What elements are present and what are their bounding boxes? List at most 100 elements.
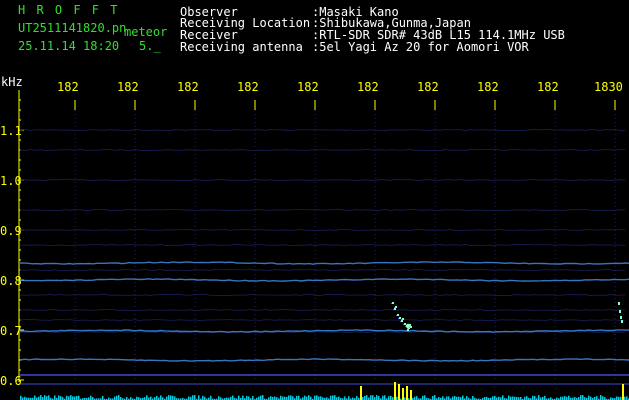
meteor-echo-point [394,307,395,308]
spectrum-bar [462,395,464,400]
meteor-echo-point [619,310,621,313]
spectrum-bar [452,396,454,400]
logo-text: H R O F F T [18,3,120,17]
info-key-antenna: Receiving antenna [180,40,303,54]
noise-trace [20,208,626,212]
spectrum-bar [238,395,240,400]
noise-trace [19,318,626,322]
spectrum-bar [66,395,68,400]
meteor-echo-point [407,329,409,331]
spectrum-bar [198,395,200,400]
noise-trace [19,308,626,312]
spectrum-bar [118,395,120,400]
spectrum-bar [582,395,584,400]
spectrum-bar [532,395,534,400]
spectrum-bar [316,395,318,400]
spectrum-bar [102,396,104,400]
spectrum-bar [432,396,434,400]
spectrum-bar [600,395,602,400]
spectrum-bar [260,395,262,400]
spectrum-bar [434,395,436,400]
meteor-echo-point [397,314,399,316]
spectrum-bar [290,395,292,400]
spectrum-bar [372,395,374,400]
meteor-echo-point [410,326,412,328]
spectrum-bar [472,395,474,400]
spectrum-bar [70,395,72,400]
meteor-echo-point [620,316,622,319]
spectrum-bar [348,396,350,400]
spectrum-bar [626,396,628,400]
datetime: 25.11.14 18:20 [18,39,120,53]
carrier-trace [19,278,629,282]
spectrum-bar [202,395,204,400]
spectrum-strip [20,382,629,400]
spectrum-bar [364,396,366,400]
spectrum-bar [116,395,118,400]
spectrum-bar [304,395,306,400]
spectrum-bar [274,396,276,400]
info-value-antenna: :5el Yagi Az 20 for Aomori VOR [312,40,529,54]
meteor-echo-point [403,324,404,325]
spectrum-spike [410,390,412,400]
noise-trace [19,178,626,182]
noise-trace [19,243,626,247]
spectrum-bar [616,396,618,400]
spectrum-bar [458,396,460,400]
spectrum-bar [366,395,368,400]
spectrum-bar [442,396,444,400]
spectrum-bar [258,396,260,400]
spectrum-bar [376,395,378,400]
meteor-echo-head [405,323,411,329]
spectrum-bar [262,395,264,400]
spectrum-bar [160,395,162,400]
spectrum-bar [114,396,116,400]
signal-traces [19,128,629,385]
spectrum-bar [308,395,310,400]
spectrum-bar [320,396,322,400]
spectrum-bar [54,395,56,400]
spectrum-bar [298,395,300,400]
spectrum-bar [166,396,168,400]
spectrum-bar [40,395,42,400]
spectrum-bar [388,396,390,400]
spectrum-bar [44,395,46,400]
spectrum-bar [288,395,290,400]
meteor-label: meteor [124,25,168,39]
spectrum-bar [466,396,468,400]
meteor-echo-point [404,323,406,325]
spectrum-bar [318,396,320,400]
spectrum-bar [210,395,212,400]
spectrum-bar [314,395,316,400]
spectrum-bar [188,396,190,400]
spectrum-bar [330,395,332,400]
meteor-echo-point [401,319,402,320]
spectrum-bar [68,396,70,400]
slot-label: 5._ [139,39,161,53]
spectrum-bar [510,396,512,400]
meteor-echo-point [618,302,620,305]
spectrum-bar [168,395,170,400]
meteor-echo-point [401,320,403,322]
noise-trace [19,128,626,132]
meteor-echo [391,302,623,331]
noise-trace [19,148,626,152]
spectrum-spike [406,386,408,400]
spectrum-bar [344,396,346,400]
spectrum-bar [242,395,244,400]
grid-lines [18,90,616,382]
spectrum-bar [74,396,76,400]
spectrum-bar [492,396,494,400]
spectrum-bar [544,395,546,400]
meteor-echo-point [392,302,394,304]
spectrum-bar [564,396,566,400]
spectrum-bar [232,395,234,400]
spectrum-bar [156,395,158,400]
spectrum-bar [280,395,282,400]
spectrum-bar [270,396,272,400]
spectrum-bar [46,396,48,400]
spectrum-bar [332,395,334,400]
spectrum-bar [446,396,448,400]
spectrum-bar [174,396,176,400]
meteor-echo-point [391,303,392,304]
